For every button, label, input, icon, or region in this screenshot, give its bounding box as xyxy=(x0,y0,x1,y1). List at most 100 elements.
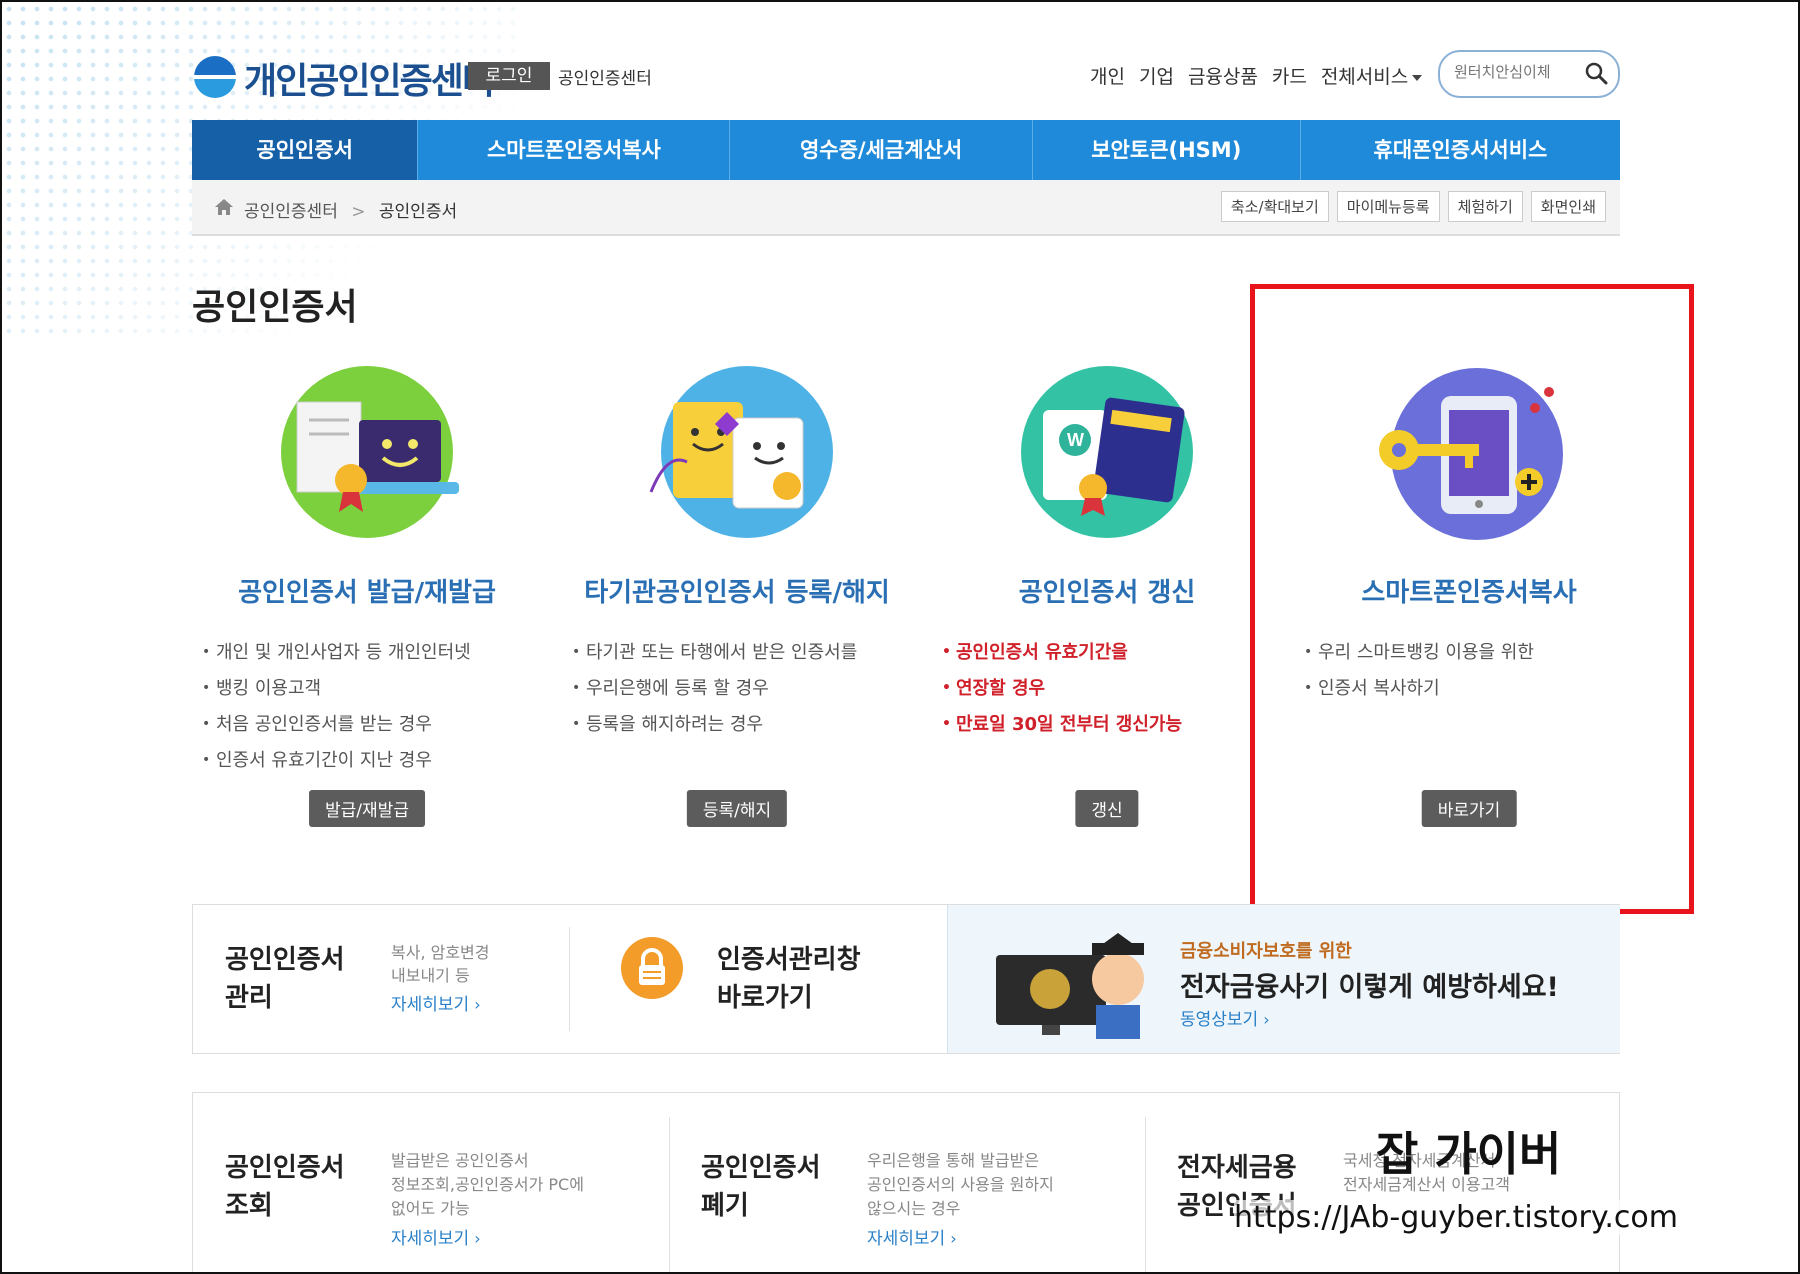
top-nav: 개인 기업 금융상품 카드 전체서비스 xyxy=(1090,62,1423,89)
card-issue-bullets: 개인 및 개인사업자 등 개인인터넷 뱅킹 이용고객 처음 공인인증서를 받는 … xyxy=(202,634,532,779)
top-nav-personal[interactable]: 개인 xyxy=(1090,62,1125,89)
desc-line: 않으시는 경우 xyxy=(867,1199,961,1218)
my-menu-button[interactable]: 마이메뉴등록 xyxy=(1336,191,1440,222)
bullet: 개인 및 개인사업자 등 개인인터넷 xyxy=(202,634,532,671)
bank-logo-icon[interactable] xyxy=(194,56,236,98)
issue-button[interactable]: 발급/재발급 xyxy=(309,790,425,827)
cert-lookup-section: 공인인증서 조회 발급받은 공인인증서 정보조회,공인인증서가 PC에 없어도 … xyxy=(193,1093,669,1272)
desc-line: 우리은행을 통해 발급받은 xyxy=(867,1151,1040,1170)
certificate-scrolls-icon xyxy=(637,362,837,542)
all-services-label: 전체서비스 xyxy=(1320,66,1409,88)
more-link[interactable]: 자세히보기 xyxy=(391,995,469,1015)
card-register: 타기관공인인증서 등록/해지 타기관 또는 타행에서 받은 인증서를 우리은행에… xyxy=(572,362,902,827)
cert-lookup-desc: 발급받은 공인인증서 정보조회,공인인증서가 PC에 없어도 가능 자세히보기 … xyxy=(391,1149,584,1251)
chevron-right-icon: › xyxy=(474,995,481,1014)
top-nav-all-services[interactable]: 전체서비스 xyxy=(1320,62,1423,89)
tab-mobile-cert[interactable]: 휴대폰인증서서비스 xyxy=(1301,120,1620,180)
title-line: 공인인증서 xyxy=(225,1153,345,1183)
bullet: 공인인증서 유효기간을 xyxy=(942,634,1272,671)
tab-certificate[interactable]: 공인인증서 xyxy=(192,120,419,180)
bullet-continuation: 우리은행에 등록 할 경우 xyxy=(572,670,902,707)
divider xyxy=(569,927,570,1031)
watermark-url: https://JAb-guyber.tistory.com xyxy=(1234,1200,1678,1235)
cert-manager-link[interactable]: 인증서관리창 바로가기 xyxy=(717,941,861,1017)
breadcrumb: 공인인증센터 > 공인인증서 xyxy=(244,197,457,222)
chevron-right-icon: › xyxy=(474,1229,481,1248)
card-register-title[interactable]: 타기관공인인증서 등록/해지 xyxy=(572,572,902,609)
cert-manager-line2: 바로가기 xyxy=(717,983,813,1013)
breadcrumb-bar: 공인인증센터 > 공인인증서 축소/확대보기 마이메뉴등록 체험하기 화면인쇄 xyxy=(192,180,1620,236)
tab-receipt-tax[interactable]: 영수증/세금계산서 xyxy=(730,120,1033,180)
demo-button[interactable]: 체험하기 xyxy=(1447,191,1523,222)
lock-icon[interactable] xyxy=(621,937,683,999)
breadcrumb-separator: > xyxy=(351,202,366,222)
breadcrumb-item-current: 공인인증서 xyxy=(378,202,458,222)
page-tools: 축소/확대보기 마이메뉴등록 체험하기 화면인쇄 xyxy=(1220,191,1606,222)
video-link[interactable]: 동영상보기 xyxy=(1180,1010,1258,1030)
home-icon[interactable] xyxy=(214,198,234,216)
search-input[interactable] xyxy=(1452,62,1586,82)
desc-line: 공인인증서의 사용을 원하지 xyxy=(867,1175,1054,1194)
cert-management-title-line1: 공인인증서 xyxy=(225,945,345,975)
monitor-graduate-icon xyxy=(996,933,1144,1039)
title-line: 공인인증서 xyxy=(701,1153,821,1183)
card-renew: W 공인인증서 갱신 공인인증서 유효기간을 연장할 경우 만료일 30일 전부… xyxy=(942,362,1272,827)
bullet: 인증서 유효기간이 지난 경우 xyxy=(202,742,532,779)
svg-text:W: W xyxy=(1067,430,1084,450)
card-issue-title[interactable]: 공인인증서 발급/재발급 xyxy=(202,572,532,609)
cert-center-link[interactable]: 공인인증센터 xyxy=(558,64,652,89)
cert-revoke-desc: 우리은행을 통해 발급받은 공인인증서의 사용을 원하지 않으시는 경우 자세히… xyxy=(867,1149,1054,1251)
title-line: 조회 xyxy=(225,1191,273,1221)
bullet: 처음 공인인증서를 받는 경우 xyxy=(202,706,532,743)
page-title: 공인인증서 xyxy=(192,287,358,328)
title-line: 폐기 xyxy=(701,1191,749,1221)
zoom-button[interactable]: 축소/확대보기 xyxy=(1220,191,1329,222)
register-button[interactable]: 등록/해지 xyxy=(686,790,788,827)
management-strip: 공인인증서 관리 복사, 암호변경 내보내기 등 자세히보기 › 인증서관리창 … xyxy=(192,904,1620,1054)
cert-management-title: 공인인증서 관리 xyxy=(225,941,345,1017)
cert-management-title-line2: 관리 xyxy=(225,983,273,1013)
login-button[interactable]: 로그인 xyxy=(468,62,550,90)
search-box xyxy=(1438,50,1620,98)
search-icon[interactable] xyxy=(1584,61,1608,85)
bullet-continuation: 뱅킹 이용고객 xyxy=(202,670,532,707)
renew-button[interactable]: 갱신 xyxy=(1075,790,1139,827)
cert-revoke-title: 공인인증서 폐기 xyxy=(701,1149,821,1225)
highlight-box xyxy=(1250,284,1694,914)
bullet: 타기관 또는 타행에서 받은 인증서를 xyxy=(572,634,902,671)
print-button[interactable]: 화면인쇄 xyxy=(1530,191,1606,222)
desc-line: 내보내기 등 xyxy=(391,966,470,985)
more-link[interactable]: 자세히보기 xyxy=(867,1229,945,1249)
breadcrumb-item-center[interactable]: 공인인증센터 xyxy=(244,202,338,222)
card-issue: 공인인증서 발급/재발급 개인 및 개인사업자 등 개인인터넷 뱅킹 이용고객 … xyxy=(202,362,532,827)
card-renew-title[interactable]: 공인인증서 갱신 xyxy=(942,572,1272,609)
cert-revoke-section: 공인인증서 폐기 우리은행을 통해 발급받은 공인인증서의 사용을 원하지 않으… xyxy=(669,1093,1145,1272)
fraud-title: 전자금융사기 이렇게 예방하세요! xyxy=(1180,972,1559,1003)
site-logo-text[interactable]: 개인공인인증센터 xyxy=(244,52,495,104)
browser-frame: 개인공인인증센터 로그인 공인인증센터 개인 기업 금융상품 카드 전체서비스 … xyxy=(0,0,1800,1274)
more-link[interactable]: 자세히보기 xyxy=(391,1229,469,1249)
fraud-subtitle: 금융소비자보호를 위한 xyxy=(1180,941,1352,962)
top-nav-products[interactable]: 금융상품 xyxy=(1188,62,1258,89)
chevron-right-icon: › xyxy=(1263,1010,1270,1029)
laptop-certificate-icon xyxy=(267,362,467,542)
desc-line: 복사, 암호변경 xyxy=(391,943,490,962)
card-register-bullets: 타기관 또는 타행에서 받은 인증서를 우리은행에 등록 할 경우 등록을 해지… xyxy=(572,634,902,743)
desc-line: 없어도 가능 xyxy=(391,1199,470,1218)
top-nav-business[interactable]: 기업 xyxy=(1139,62,1174,89)
tab-security-token[interactable]: 보안토큰(HSM) xyxy=(1033,120,1301,180)
title-line: 전자세금용 xyxy=(1177,1153,1297,1183)
caret-down-icon xyxy=(1412,74,1423,81)
main-nav: 공인인증서 스마트폰인증서복사 영수증/세금계산서 보안토큰(HSM) 휴대폰인… xyxy=(192,120,1620,180)
fraud-prevention-banner[interactable]: 금융소비자보호를 위한 전자금융사기 이렇게 예방하세요! 동영상보기 › xyxy=(947,905,1620,1053)
desc-line: 정보조회,공인인증서가 PC에 xyxy=(391,1175,584,1194)
watermark-title: 잡 가이버 xyxy=(1376,1127,1562,1181)
calendar-certificate-icon: W xyxy=(1007,362,1207,542)
tab-smartphone-copy[interactable]: 스마트폰인증서복사 xyxy=(418,120,731,180)
desc-line: 발급받은 공인인증서 xyxy=(391,1151,529,1170)
cert-manager-line1: 인증서관리창 xyxy=(717,945,861,975)
bullet: 만료일 30일 전부터 갱신가능 xyxy=(942,706,1272,743)
cert-management-desc: 복사, 암호변경 내보내기 등 자세히보기 › xyxy=(391,941,490,1017)
cert-lookup-title: 공인인증서 조회 xyxy=(225,1149,345,1225)
top-nav-card[interactable]: 카드 xyxy=(1272,62,1307,89)
